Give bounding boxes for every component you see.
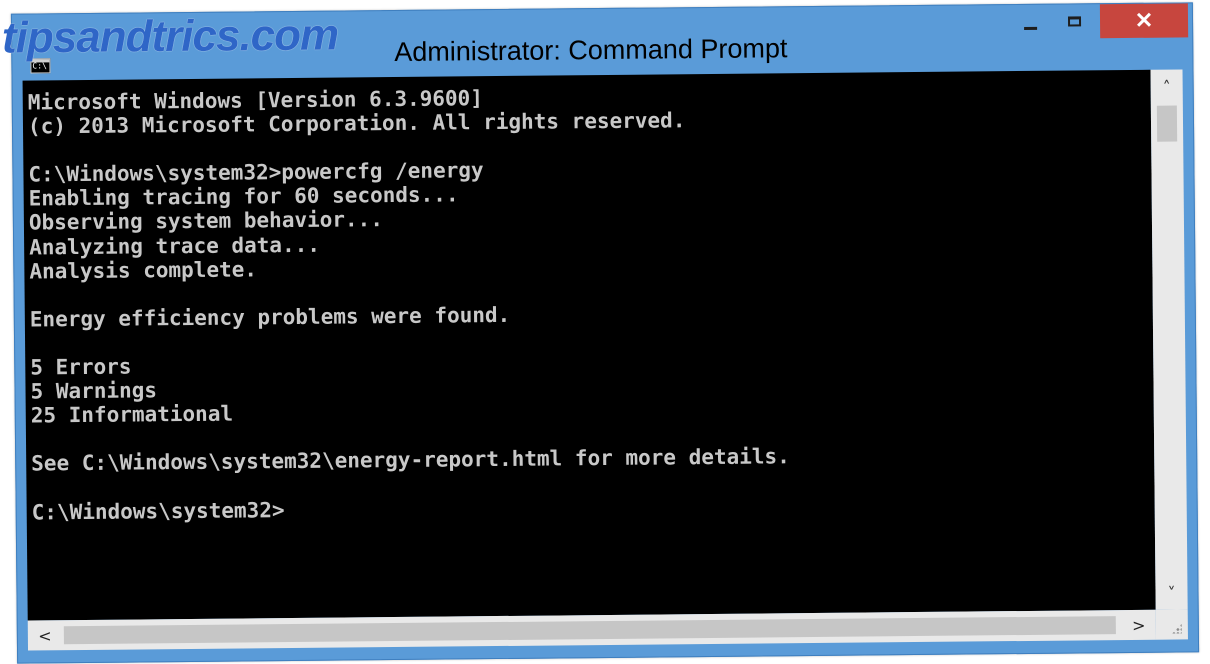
console-text: Microsoft Windows [Version 6.3.9600] (c) … bbox=[23, 70, 1155, 524]
scroll-left-icon[interactable]: < bbox=[28, 620, 62, 650]
watermark-text: tipsandtrics.com bbox=[1, 10, 339, 63]
maximize-icon bbox=[1067, 16, 1081, 27]
scroll-right-icon[interactable]: > bbox=[1122, 610, 1156, 640]
command-prompt-window: C:\ Administrator: Command Prompt ✕ Micr… bbox=[10, 2, 1200, 664]
close-button[interactable]: ✕ bbox=[1099, 3, 1189, 39]
resize-grip-icon[interactable] bbox=[1155, 609, 1188, 640]
maximize-button[interactable] bbox=[1052, 4, 1096, 38]
scroll-up-icon[interactable]: ˄ bbox=[1150, 69, 1182, 103]
scroll-down-icon[interactable]: ˅ bbox=[1155, 575, 1187, 609]
window-title: Administrator: Command Prompt bbox=[394, 33, 788, 68]
close-icon: ✕ bbox=[1134, 7, 1154, 33]
minimize-icon bbox=[1023, 26, 1037, 30]
minimize-button[interactable] bbox=[1008, 5, 1052, 39]
vertical-scroll-thumb[interactable] bbox=[1156, 105, 1178, 142]
console-output[interactable]: Microsoft Windows [Version 6.3.9600] (c) … bbox=[22, 69, 1156, 621]
vertical-scrollbar[interactable]: ˄ ˅ bbox=[1150, 69, 1188, 610]
horizontal-scroll-thumb[interactable] bbox=[63, 616, 1116, 645]
